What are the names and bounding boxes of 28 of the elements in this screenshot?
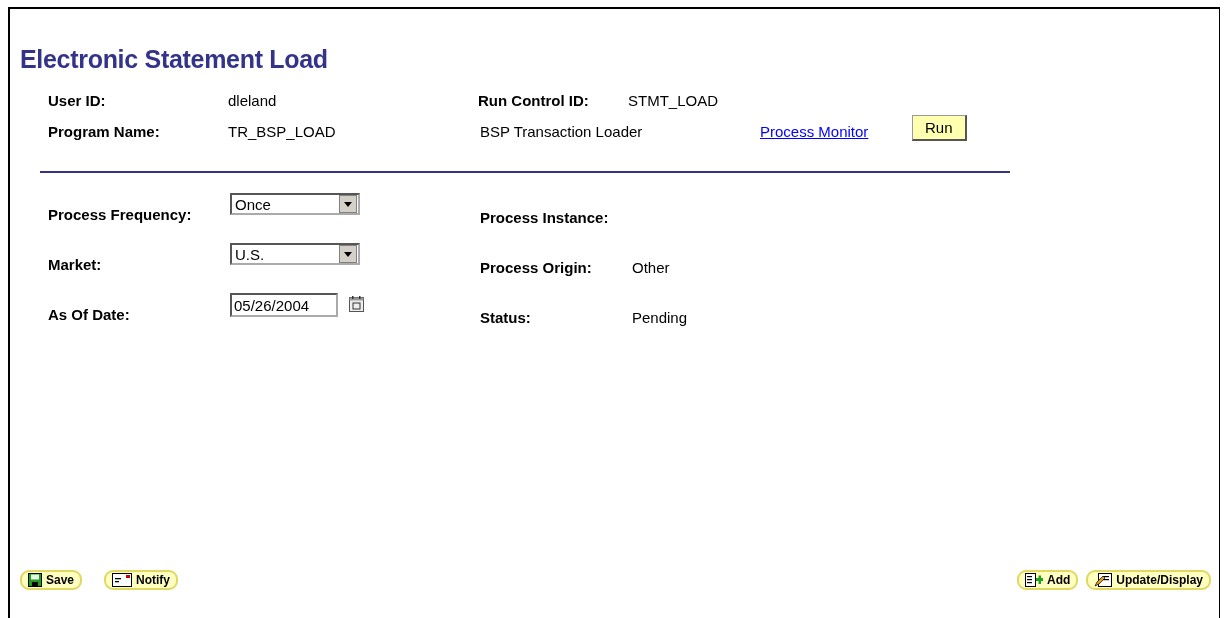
date-field[interactable]: 05/26/2004: [230, 293, 338, 317]
dropdown[interactable]: Once: [230, 193, 360, 215]
field-label: User ID:: [48, 92, 107, 109]
field-value: dleland: [228, 92, 278, 109]
add-button[interactable]: Add: [1016, 570, 1079, 590]
field-label: Market:: [48, 254, 103, 273]
save-button[interactable]: Save: [20, 570, 83, 590]
run-button[interactable]: Run: [912, 115, 967, 141]
field-label: Process Origin:: [480, 258, 593, 276]
field-label: As Of Date:: [48, 304, 131, 323]
field-value: TR_BSP_LOAD: [228, 122, 337, 140]
field-label: Process Instance:: [480, 208, 610, 226]
field-value: Pending: [632, 308, 688, 326]
field-label: Status:: [480, 308, 532, 326]
dropdown[interactable]: U.S.: [230, 243, 360, 265]
field-value: Other: [632, 258, 670, 276]
envelope-icon: [112, 573, 133, 587]
add-document-icon: [1024, 573, 1043, 587]
update-button[interactable]: Update/Display: [1086, 570, 1211, 590]
field-value: STMT_LOAD: [628, 92, 719, 109]
field-label: Run Control ID:: [478, 92, 590, 109]
pencil-document-icon: [1094, 573, 1113, 587]
calendar-icon[interactable]: [348, 295, 366, 313]
field-label: Process Frequency:: [48, 204, 193, 223]
process-monitor-link[interactable]: Process Monitor: [760, 122, 869, 140]
field-label: Program Name:: [48, 122, 161, 140]
page-title: Electronic Statement Load: [20, 45, 329, 74]
notify-button[interactable]: Notify: [104, 570, 179, 590]
